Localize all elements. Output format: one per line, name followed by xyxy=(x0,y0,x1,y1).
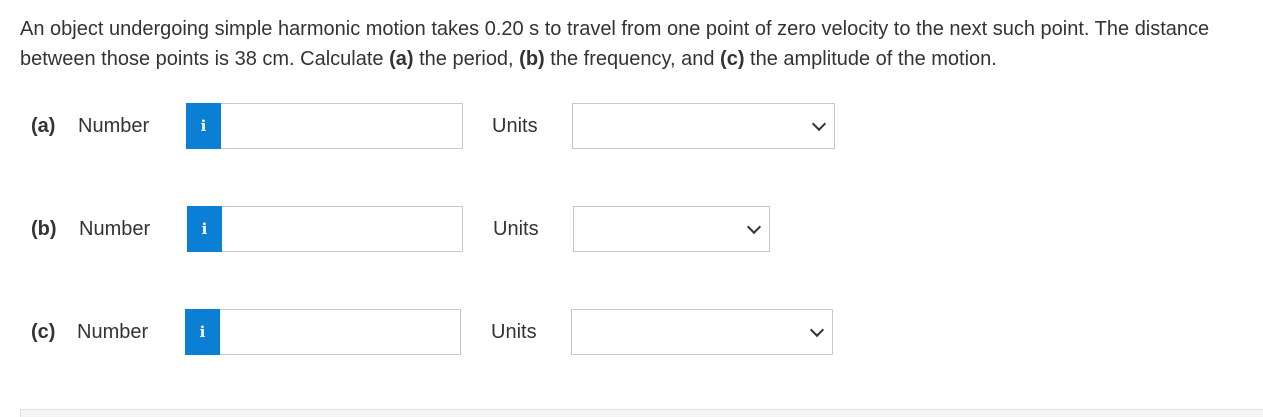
number-label-b: Number xyxy=(79,218,151,240)
question-part-c-text: the amplitude of the motion. xyxy=(744,48,997,70)
chevron-down-icon xyxy=(746,219,762,235)
number-input-b[interactable] xyxy=(222,206,463,252)
units-label-b: Units xyxy=(493,218,539,240)
number-label-a: Number xyxy=(78,115,150,137)
question-text: An object undergoing simple harmonic mot… xyxy=(20,14,1245,74)
question-part-a-text: the period, xyxy=(413,48,520,70)
question-part-a-ref: (a) xyxy=(389,48,414,70)
units-select-b[interactable] xyxy=(573,206,770,252)
chevron-down-icon xyxy=(811,116,827,132)
part-label-c: (c) xyxy=(31,321,56,343)
answer-row-a: (a) Number i Units xyxy=(0,103,1263,149)
units-label-a: Units xyxy=(492,115,538,137)
part-label-a: (a) xyxy=(31,115,56,137)
info-icon[interactable]: i xyxy=(186,103,221,149)
number-label-c: Number xyxy=(77,321,149,343)
chevron-down-icon xyxy=(809,322,825,338)
part-label-b: (b) xyxy=(31,218,57,240)
question-part-b-ref: (b) xyxy=(519,48,545,70)
units-select-a[interactable] xyxy=(572,103,835,149)
number-input-c[interactable] xyxy=(220,309,461,355)
bottom-panel-edge xyxy=(20,409,1263,417)
units-label-c: Units xyxy=(491,321,537,343)
answer-row-c: (c) Number i Units xyxy=(0,309,1263,355)
answer-row-b: (b) Number i Units xyxy=(0,206,1263,252)
info-icon[interactable]: i xyxy=(187,206,222,252)
info-icon[interactable]: i xyxy=(185,309,220,355)
question-part-c-ref: (c) xyxy=(720,48,745,70)
units-select-c[interactable] xyxy=(571,309,833,355)
number-input-a[interactable] xyxy=(221,103,463,149)
question-part-b-text: the frequency, and xyxy=(544,48,721,70)
